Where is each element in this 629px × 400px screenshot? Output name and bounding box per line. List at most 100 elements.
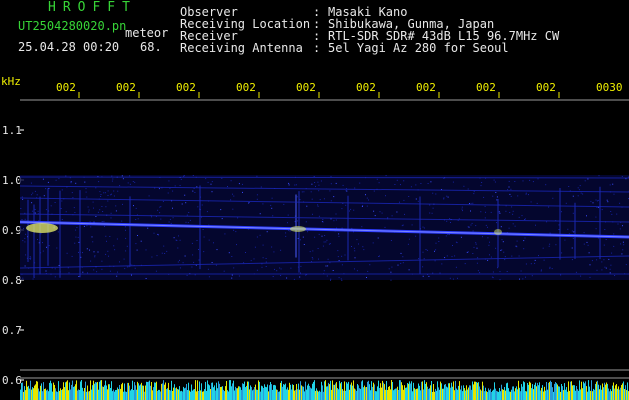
noise-dot	[32, 192, 34, 194]
level-bar	[571, 381, 572, 400]
level-bar	[491, 392, 492, 400]
noise-dot	[452, 245, 453, 246]
level-bar	[563, 390, 564, 400]
level-bar	[227, 390, 228, 400]
level-bar	[97, 382, 98, 400]
noise-dot	[446, 255, 448, 257]
noise-dot	[318, 184, 320, 186]
noise-dot	[603, 259, 605, 261]
level-bar	[505, 390, 506, 400]
noise-dot	[20, 208, 22, 209]
noise-dot	[99, 209, 101, 211]
level-bar	[244, 381, 245, 400]
noise-dot	[34, 212, 36, 214]
noise-dot	[438, 241, 440, 242]
noise-dot	[259, 213, 261, 215]
noise-dot	[361, 206, 363, 207]
level-bar	[592, 391, 593, 400]
noise-dot	[403, 199, 405, 201]
level-bar	[554, 383, 555, 400]
level-bar	[552, 387, 553, 400]
noise-dot	[428, 275, 430, 277]
level-bar	[133, 390, 134, 400]
noise-dot	[318, 215, 320, 217]
noise-dot	[302, 236, 304, 238]
level-bar	[424, 380, 425, 400]
level-bar	[495, 388, 496, 400]
noise-dot	[400, 252, 402, 254]
level-bar	[375, 391, 376, 400]
noise-dot	[523, 248, 525, 250]
noise-dot	[595, 199, 597, 201]
level-bar	[86, 391, 87, 400]
level-bar	[411, 381, 412, 400]
noise-dot	[435, 242, 437, 244]
noise-dot	[312, 213, 313, 215]
noise-dot	[262, 203, 264, 205]
noise-dot	[189, 219, 191, 221]
level-bar	[503, 389, 504, 400]
noise-dot	[489, 241, 490, 243]
noise-dot	[391, 266, 393, 268]
noise-dot	[320, 180, 322, 182]
level-bar	[402, 385, 403, 400]
noise-dot	[300, 272, 301, 274]
level-bar	[35, 384, 36, 400]
noise-dot	[312, 250, 314, 252]
level-bar	[603, 387, 604, 400]
level-bar	[555, 382, 556, 400]
noise-dot	[466, 251, 468, 253]
noise-dot	[42, 178, 44, 180]
level-bar	[125, 391, 126, 400]
noise-dot	[230, 180, 232, 182]
noise-dot	[223, 270, 225, 272]
noise-dot	[83, 225, 85, 227]
level-bar	[134, 382, 135, 400]
level-bar	[486, 391, 487, 400]
level-bar	[80, 381, 81, 400]
level-bar	[441, 383, 442, 400]
noise-dot	[208, 239, 210, 241]
level-bar	[567, 391, 568, 400]
level-bar	[549, 381, 550, 400]
noise-dot	[472, 202, 474, 204]
level-bar	[164, 384, 165, 400]
level-bar	[388, 386, 389, 400]
level-bar	[98, 389, 99, 400]
level-bar	[39, 391, 40, 400]
noise-dot	[525, 192, 527, 194]
level-bar	[605, 384, 606, 400]
level-bar	[83, 391, 84, 400]
noise-dot	[422, 266, 424, 268]
level-bar	[95, 382, 96, 400]
level-bar	[295, 389, 296, 400]
level-bar	[528, 384, 529, 400]
noise-dot	[136, 249, 138, 251]
level-bar	[591, 380, 592, 400]
noise-dot	[499, 271, 501, 273]
noise-dot	[327, 265, 329, 267]
level-bar	[315, 390, 316, 400]
level-bar	[344, 381, 345, 400]
noise-dot	[60, 208, 62, 209]
level-bar	[594, 389, 595, 400]
level-bar	[128, 382, 129, 400]
noise-dot	[511, 206, 513, 208]
noise-dot	[265, 258, 267, 259]
level-bar	[54, 384, 55, 400]
level-bar	[160, 391, 161, 400]
noise-dot	[577, 187, 579, 189]
noise-dot	[193, 261, 195, 263]
level-bar	[480, 389, 481, 400]
level-bar	[178, 389, 179, 400]
level-bar	[231, 386, 232, 400]
level-bar	[508, 388, 509, 400]
noise-dot	[299, 199, 301, 201]
noise-dot	[337, 250, 339, 252]
level-bar	[249, 389, 250, 400]
noise-dot	[87, 272, 88, 274]
level-bar	[507, 382, 508, 400]
noise-dot	[113, 245, 115, 247]
noise-dot	[374, 215, 376, 217]
level-bar	[20, 389, 21, 400]
